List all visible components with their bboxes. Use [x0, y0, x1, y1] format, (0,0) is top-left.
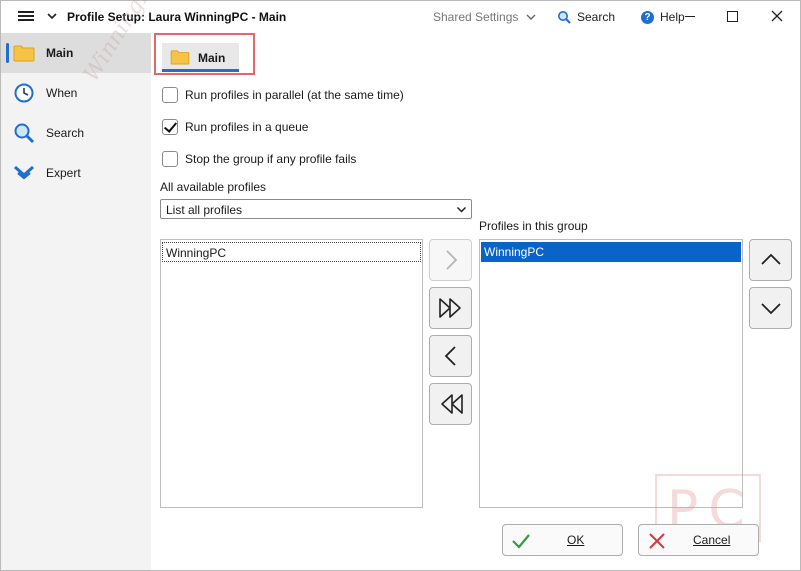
sidebar-item-search[interactable]: Search: [1, 113, 151, 153]
sidebar-item-expert[interactable]: Expert: [1, 153, 151, 193]
chevron-down-icon[interactable]: [525, 11, 537, 23]
run-parallel-checkbox[interactable]: [162, 87, 178, 103]
sidebar-item-label: Main: [46, 46, 74, 60]
folder-icon: [13, 42, 35, 64]
sidebar-item-label: Search: [46, 126, 85, 140]
ok-label: OK: [567, 533, 585, 547]
add-profile-button[interactable]: [429, 239, 472, 281]
window-title: Profile Setup: Laura WinningPC - Main: [67, 10, 287, 24]
maximize-button[interactable]: [727, 11, 738, 22]
available-profiles-list[interactable]: WinningPC: [160, 239, 423, 508]
chevron-down-icon: [456, 206, 467, 213]
group-profiles-list[interactable]: WinningPC: [479, 239, 743, 508]
chevron-right-icon: [445, 250, 457, 270]
tab-active-indicator: [162, 69, 239, 72]
profile-setup-window: Profile Setup: Laura WinningPC - Main Sh…: [0, 0, 801, 571]
magnifier-icon: [13, 122, 35, 144]
search-button[interactable]: Search: [557, 8, 615, 26]
rewind-icon: [440, 394, 463, 414]
stop-on-fail-checkbox[interactable]: [162, 151, 178, 167]
hamburger-menu-icon[interactable]: [16, 9, 36, 25]
profile-filter-value: List all profiles: [166, 203, 243, 217]
help-label: Help: [660, 10, 685, 24]
search-icon: [558, 11, 571, 24]
clock-icon: [13, 82, 35, 104]
remove-profile-button[interactable]: [429, 335, 472, 377]
minimize-button[interactable]: [685, 16, 695, 17]
cancel-button[interactable]: Cancel: [638, 524, 759, 556]
move-down-button[interactable]: [749, 287, 792, 329]
run-parallel-option[interactable]: Run profiles in parallel (at the same ti…: [162, 85, 404, 105]
run-queue-option[interactable]: Run profiles in a queue: [162, 117, 308, 137]
tab-main[interactable]: Main: [162, 43, 239, 71]
chevron-up-icon: [760, 253, 781, 265]
help-button[interactable]: ? Help: [641, 8, 685, 26]
double-chevron-down-icon: [13, 162, 35, 184]
search-label: Search: [577, 10, 616, 24]
chevron-left-icon: [444, 346, 456, 366]
chevron-down-icon: [760, 303, 781, 315]
list-item[interactable]: WinningPC: [162, 242, 421, 262]
add-all-profiles-button[interactable]: [429, 287, 472, 329]
run-queue-checkbox[interactable]: [162, 119, 178, 135]
help-icon: ?: [641, 10, 654, 24]
sidebar: Main When Search Expert WinningPC: [1, 0, 166, 570]
remove-all-profiles-button[interactable]: [429, 383, 472, 425]
close-icon[interactable]: [771, 10, 783, 22]
chevron-down-icon[interactable]: [45, 9, 59, 23]
stop-on-fail-label: Stop the group if any profile fails: [185, 152, 357, 166]
move-up-button[interactable]: [749, 239, 792, 281]
cancel-label: Cancel: [693, 533, 731, 547]
run-parallel-label: Run profiles in parallel (at the same ti…: [185, 88, 404, 102]
fast-forward-icon: [438, 298, 461, 318]
tab-label: Main: [198, 51, 226, 65]
sidebar-item-label: Expert: [46, 166, 81, 180]
profile-filter-select[interactable]: List all profiles: [160, 199, 472, 219]
ok-button[interactable]: OK: [502, 524, 623, 556]
group-profiles-label: Profiles in this group: [479, 219, 588, 233]
sidebar-item-when[interactable]: When: [1, 73, 151, 113]
shared-settings-dropdown[interactable]: Shared Settings: [433, 10, 518, 24]
sidebar-item-label: When: [46, 86, 78, 100]
stop-on-fail-option[interactable]: Stop the group if any profile fails: [162, 149, 356, 169]
available-profiles-label: All available profiles: [160, 180, 267, 194]
folder-icon: [170, 50, 190, 65]
list-item[interactable]: WinningPC: [481, 242, 741, 262]
cross-icon: [649, 533, 665, 549]
checkmark-icon: [512, 534, 530, 549]
run-queue-label: Run profiles in a queue: [185, 120, 309, 134]
